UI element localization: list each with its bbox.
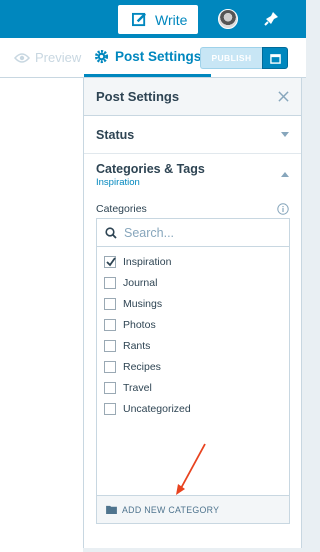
checkbox-checked[interactable] — [104, 255, 116, 268]
masterbar: Write — [0, 0, 306, 38]
publish-button[interactable]: PUBLISH — [200, 47, 262, 69]
categories-tags-section[interactable]: Categories & Tags Inspiration — [84, 154, 301, 199]
write-label: Write — [155, 11, 188, 28]
add-new-category-label: ADD NEW CATEGORY — [122, 504, 220, 515]
chevron-down-icon — [281, 132, 289, 137]
checkbox[interactable] — [104, 360, 116, 373]
category-label: Recipes — [123, 360, 161, 373]
checkbox[interactable] — [104, 276, 116, 289]
sidebar-title: Post Settings — [96, 89, 180, 104]
close-icon[interactable] — [278, 91, 289, 102]
checkbox[interactable] — [104, 402, 116, 415]
preview-button[interactable]: Preview — [14, 50, 81, 65]
category-item[interactable]: Uncategorized — [97, 398, 289, 419]
categories-tags-summary: Inspiration — [96, 177, 140, 188]
info-icon[interactable] — [277, 203, 289, 215]
category-label: Inspiration — [123, 255, 172, 268]
publish-group: PUBLISH — [200, 47, 288, 69]
categories-label-row: Categories — [84, 203, 301, 215]
category-label: Musings — [123, 297, 163, 310]
annotation-arrow-icon — [176, 443, 206, 495]
category-label: Travel — [123, 381, 152, 394]
preview-label: Preview — [35, 50, 82, 65]
folder-icon — [106, 505, 117, 514]
category-item[interactable]: Inspiration — [97, 251, 289, 272]
write-button[interactable]: Write — [118, 5, 198, 34]
category-label: Photos — [123, 318, 156, 331]
category-item[interactable]: Recipes — [97, 356, 289, 377]
category-item[interactable]: Photos — [97, 314, 289, 335]
categories-label: Categories — [96, 203, 147, 215]
status-label: Status — [96, 127, 135, 142]
status-section[interactable]: Status — [84, 116, 301, 154]
checkbox[interactable] — [104, 381, 116, 394]
category-item[interactable]: Rants — [97, 335, 289, 356]
categories-tags-title: Categories & Tags — [96, 162, 205, 176]
notifications-icon[interactable] — [262, 10, 280, 28]
schedule-button[interactable] — [262, 47, 288, 69]
checkbox[interactable] — [104, 318, 116, 331]
category-search-input[interactable]: Search... — [97, 219, 289, 247]
checkbox[interactable] — [104, 297, 116, 310]
calendar-icon — [269, 53, 281, 64]
gear-icon — [94, 49, 109, 63]
search-placeholder: Search... — [124, 225, 175, 240]
category-item[interactable]: Travel — [97, 377, 289, 398]
chevron-up-icon — [281, 172, 289, 177]
tab-post-settings-label: Post Settings — [115, 48, 202, 64]
category-label: Rants — [123, 339, 151, 352]
editor-toolbar: Preview Post Settings PUBLISH — [0, 38, 306, 78]
tab-post-settings[interactable]: Post Settings — [84, 38, 212, 77]
checkmark-icon — [106, 256, 116, 266]
sidebar-header: Post Settings — [84, 78, 301, 116]
editor-canvas[interactable] — [0, 78, 83, 552]
checkbox[interactable] — [104, 339, 116, 352]
write-icon — [132, 12, 146, 27]
category-list: Inspiration Journal Musings Photos Rants… — [97, 247, 289, 419]
search-icon — [105, 226, 117, 239]
category-item[interactable]: Musings — [97, 293, 289, 314]
avatar[interactable] — [218, 9, 238, 29]
category-label: Uncategorized — [123, 402, 191, 415]
category-item[interactable]: Journal — [97, 272, 289, 293]
category-label: Journal — [123, 276, 158, 289]
eye-icon — [14, 52, 30, 63]
